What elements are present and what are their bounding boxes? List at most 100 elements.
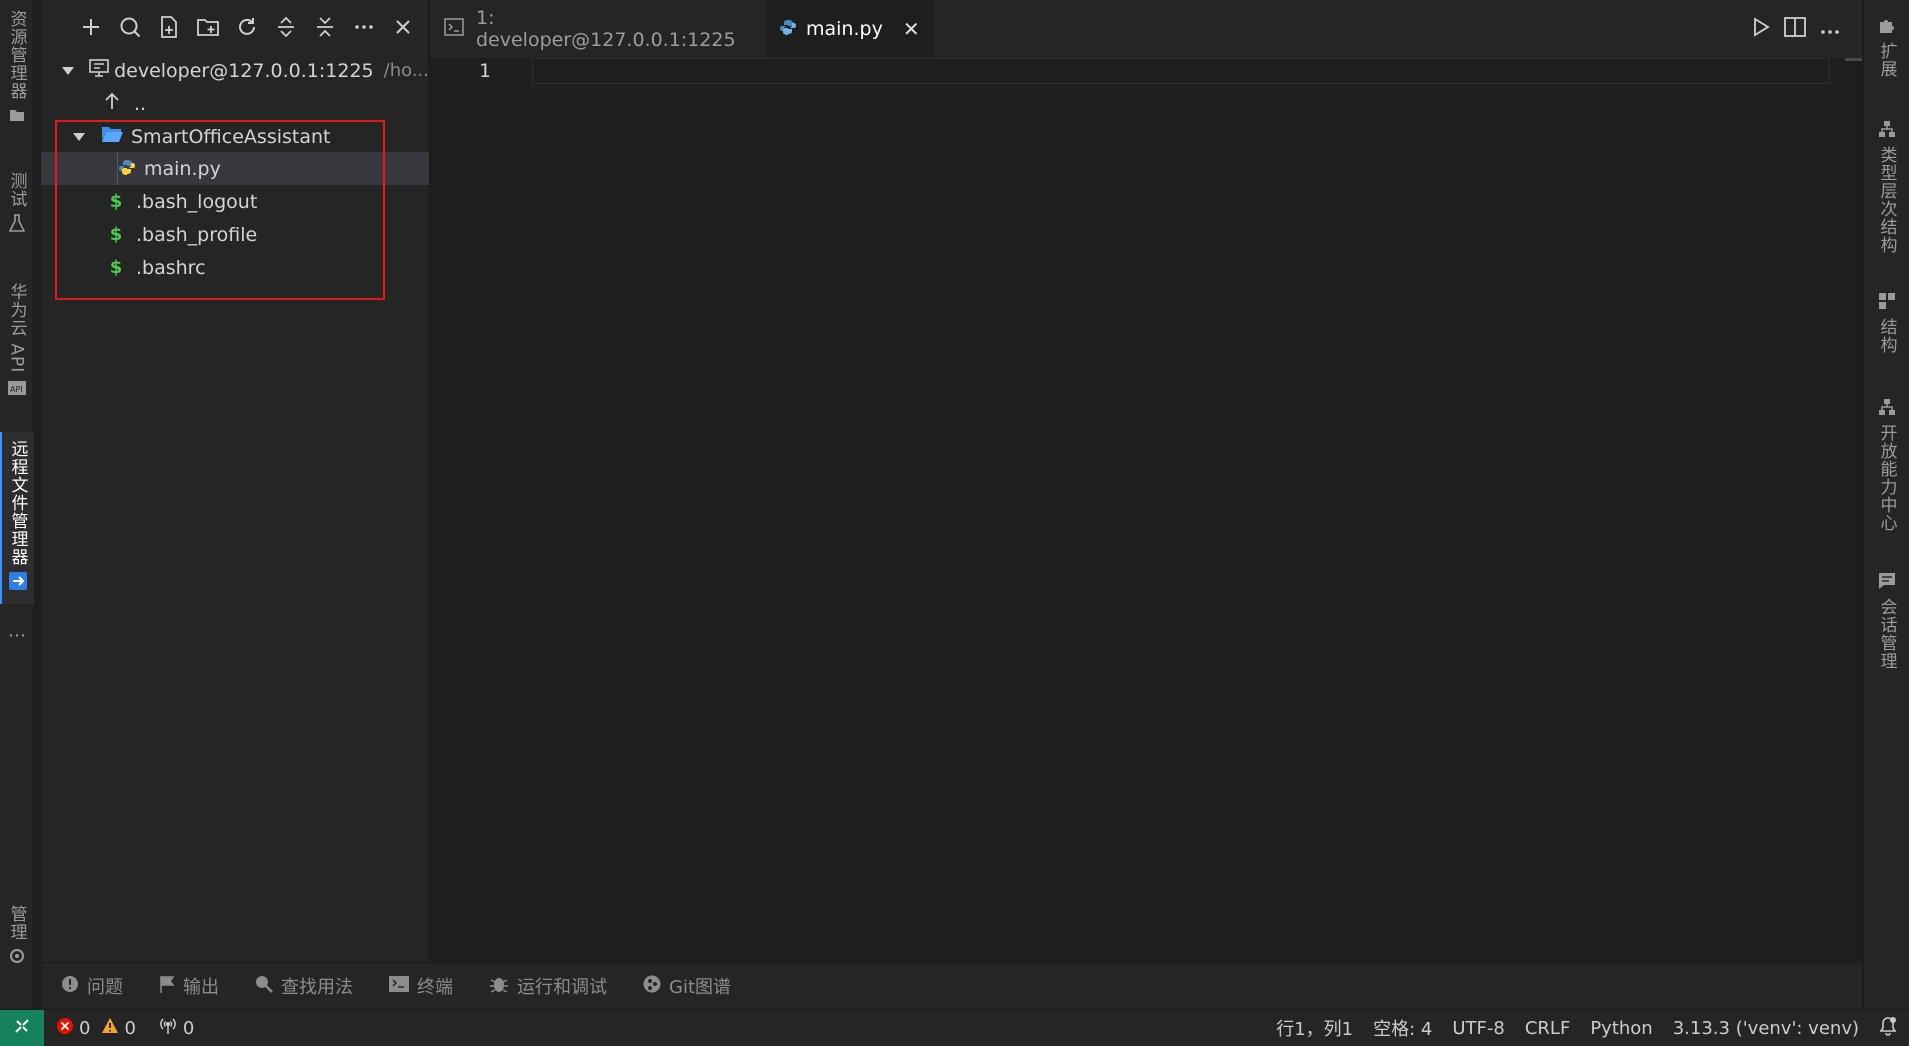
chevron-down-icon[interactable] — [58, 66, 77, 75]
editor-actions — [1752, 0, 1862, 58]
encoding[interactable]: UTF-8 — [1452, 1018, 1504, 1039]
close-icon[interactable]: ✕ — [903, 17, 920, 41]
tree-root[interactable]: developer@127.0.0.1:1225 /ho... — [41, 54, 429, 87]
tab-type-hierarchy[interactable]: 类型层次结构 — [1864, 120, 1909, 254]
python-icon — [780, 18, 796, 40]
editor-tab-bar: 1: developer@127.0.0.1:1225 main.py ✕ — [430, 0, 1862, 58]
more-icon[interactable]: ⋯ — [0, 625, 34, 646]
find-icon — [255, 975, 273, 998]
terminal-icon — [389, 975, 409, 997]
tab-terminal[interactable]: 1: developer@127.0.0.1:1225 — [430, 0, 766, 58]
remote-connection-icon — [14, 1018, 30, 1039]
shell-script-icon: $ — [109, 257, 123, 278]
gear-icon[interactable] — [8, 947, 26, 965]
ports-status[interactable]: 0 — [158, 1017, 194, 1040]
flask-icon — [8, 214, 26, 232]
cursor-position[interactable]: 行1，列1 — [1276, 1015, 1353, 1041]
more-icon[interactable] — [1820, 20, 1840, 39]
python-interpreter[interactable]: 3.13.3 ('venv': venv) — [1673, 1018, 1859, 1039]
structure-icon — [1878, 292, 1896, 314]
git-icon — [643, 975, 661, 998]
tree-item-file[interactable]: $ .bash_logout — [41, 185, 429, 218]
python-icon — [119, 158, 144, 180]
chevron-down-icon[interactable] — [69, 132, 89, 141]
collapse-icon[interactable] — [305, 11, 344, 43]
tab-extensions[interactable]: 扩展 — [1864, 16, 1909, 78]
indentation[interactable]: 空格: 4 — [1373, 1015, 1432, 1041]
puzzle-icon — [1878, 16, 1896, 38]
code-editor[interactable]: 1 — [430, 58, 1862, 962]
shell-script-icon: $ — [109, 191, 123, 212]
tab-huawei-cloud-api[interactable]: 华为云 API API — [0, 283, 34, 397]
language-mode[interactable]: Python — [1590, 1018, 1652, 1039]
tree-item-label: main.py — [144, 157, 221, 180]
tree-item-folder[interactable]: SmartOfficeAssistant — [41, 120, 429, 153]
tab-manage[interactable]: 管理 — [0, 905, 34, 965]
error-icon — [56, 1017, 74, 1040]
tree-item-label: SmartOfficeAssistant — [131, 125, 331, 148]
warning-count: 0 — [124, 1017, 136, 1039]
tree-item-file[interactable]: $ .bash_profile — [41, 218, 429, 251]
tab-remote-file-manager[interactable]: 远程文件管理器 — [0, 432, 34, 604]
explorer-toolbar — [41, 0, 428, 54]
remote-host-icon — [89, 59, 114, 82]
broadcast-icon — [158, 1017, 178, 1040]
minimap[interactable] — [1845, 58, 1862, 61]
left-activity-bar: 资源管理器 测试 华为云 API API 远程文件管理器 ⋯ 管理 — [0, 0, 34, 1009]
root-label: developer@127.0.0.1:1225 — [114, 59, 374, 82]
add-icon[interactable] — [71, 11, 110, 43]
split-editor-icon[interactable] — [1784, 17, 1806, 41]
ports-count: 0 — [182, 1017, 195, 1039]
problems-icon — [61, 975, 79, 998]
tab-session-management[interactable]: 会话管理 — [1864, 572, 1909, 670]
folder-open-icon — [101, 125, 131, 148]
debug-icon — [489, 974, 509, 999]
tab-label: main.py — [806, 18, 883, 40]
current-line-highlight — [532, 58, 1830, 84]
more-icon[interactable] — [344, 11, 383, 43]
capability-icon — [1878, 398, 1896, 420]
close-icon[interactable] — [383, 11, 422, 43]
line-number: 1 — [479, 60, 491, 82]
tab-main-py[interactable]: main.py ✕ — [766, 0, 934, 58]
remote-file-icon — [9, 572, 27, 590]
tree-item-label: .bash_profile — [136, 223, 258, 246]
tab-label: 1: developer@127.0.0.1:1225 — [476, 7, 736, 51]
parent-label: .. — [134, 92, 147, 115]
hierarchy-icon — [1878, 120, 1896, 142]
tab-find-usages[interactable]: 查找用法 — [255, 973, 353, 999]
new-folder-icon[interactable] — [188, 11, 227, 43]
run-icon[interactable] — [1752, 17, 1770, 41]
new-file-icon[interactable] — [149, 11, 188, 43]
tab-git-graph[interactable]: Git图谱 — [643, 973, 731, 999]
svg-text:API: API — [10, 385, 23, 394]
tree-parent-dir[interactable]: .. — [41, 87, 429, 120]
tab-output[interactable]: 输出 — [159, 973, 219, 999]
tab-run-debug[interactable]: 运行和调试 — [489, 973, 607, 999]
remote-indicator[interactable] — [0, 1009, 44, 1046]
api-icon: API — [8, 379, 26, 397]
search-icon[interactable] — [110, 11, 149, 43]
remote-file-explorer: developer@127.0.0.1:1225 /ho... .. Smart… — [41, 0, 429, 962]
terminal-icon — [444, 17, 464, 41]
problems-status[interactable]: 0 0 — [56, 1017, 136, 1040]
tab-structure[interactable]: 结构 — [1864, 292, 1909, 354]
tab-test[interactable]: 测试 — [0, 172, 34, 232]
tree-item-file[interactable]: $ .bashrc — [41, 251, 429, 284]
arrow-up-icon — [104, 92, 134, 115]
tree-item-label: .bash_logout — [136, 190, 258, 213]
warning-icon — [101, 1017, 119, 1039]
indent-guide — [117, 152, 118, 185]
error-count: 0 — [79, 1017, 91, 1039]
notification-bell-icon[interactable] — [1879, 1016, 1897, 1041]
tab-open-capability-center[interactable]: 开放能力中心 — [1864, 398, 1909, 532]
tab-resource-manager[interactable]: 资源管理器 — [0, 10, 34, 124]
folder-icon — [8, 106, 26, 124]
tab-terminal-panel[interactable]: 终端 — [389, 973, 453, 999]
expand-icon[interactable] — [266, 11, 305, 43]
refresh-icon[interactable] — [227, 11, 266, 43]
flag-icon — [159, 975, 175, 998]
tab-problems[interactable]: 问题 — [61, 973, 123, 999]
tree-item-file[interactable]: main.py — [41, 152, 429, 185]
line-ending[interactable]: CRLF — [1525, 1018, 1570, 1039]
